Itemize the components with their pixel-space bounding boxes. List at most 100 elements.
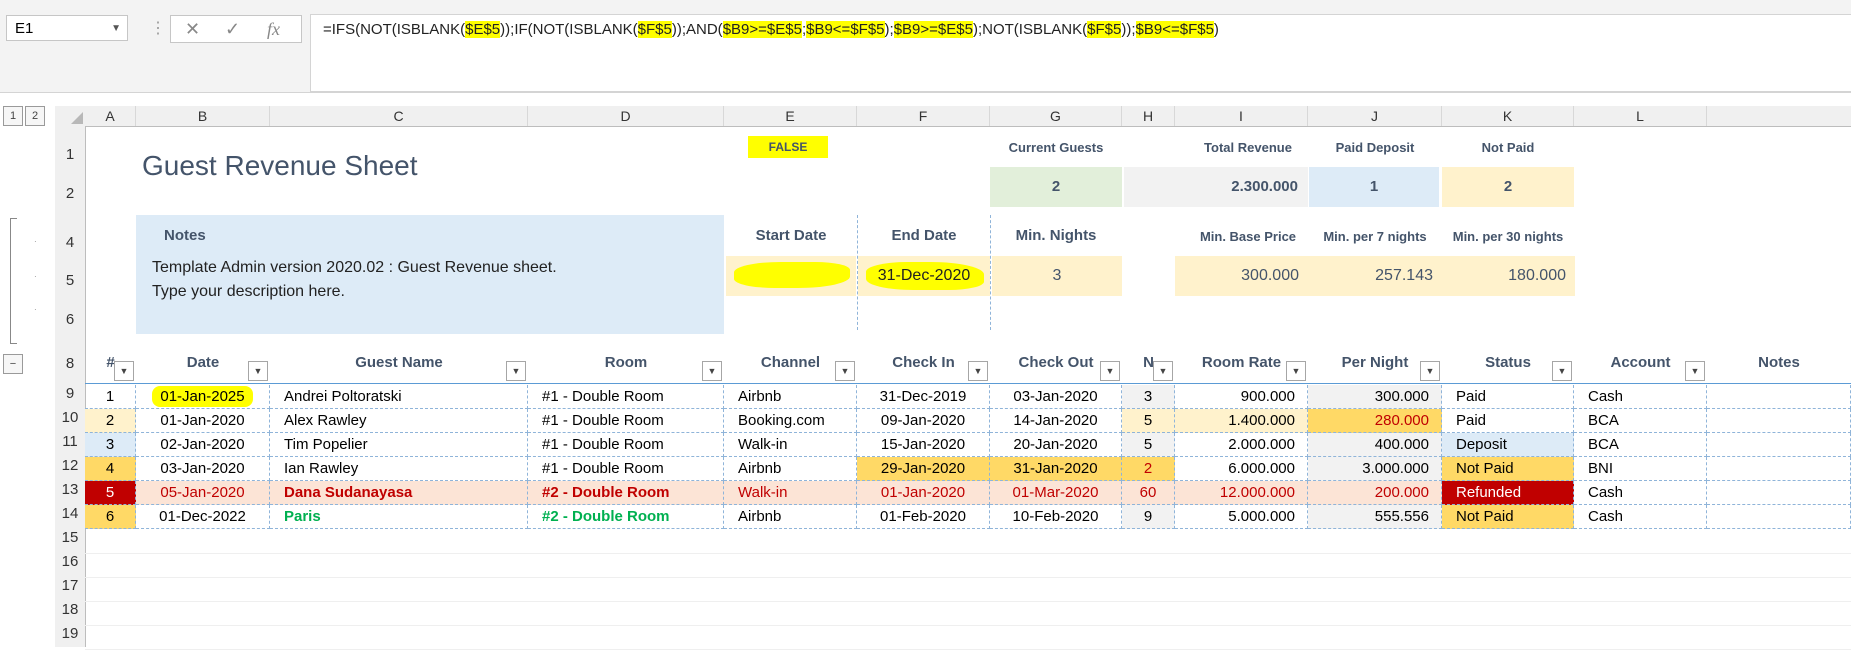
- table-cell[interactable]: 2.000.000: [1175, 433, 1308, 457]
- table-cell[interactable]: 14-Jan-2020: [990, 409, 1122, 433]
- filter-dropdown-icon[interactable]: ▼: [968, 361, 988, 381]
- current-guests-label: Current Guests: [1008, 140, 1104, 155]
- table-cell[interactable]: #1 - Double Room: [528, 409, 724, 433]
- table-cell[interactable]: [1707, 409, 1851, 433]
- table-cell[interactable]: 1.400.000: [1175, 409, 1308, 433]
- table-cell[interactable]: 29-Jan-2020: [857, 457, 990, 481]
- table-cell[interactable]: 31-Dec-2019: [857, 385, 990, 409]
- table-cell[interactable]: #2 - Double Room: [528, 505, 724, 529]
- table-cell[interactable]: Airbnb: [724, 457, 857, 481]
- filter-dropdown-icon[interactable]: ▼: [1286, 361, 1306, 381]
- table-cell[interactable]: #1 - Double Room: [528, 433, 724, 457]
- table-cell[interactable]: Cash: [1574, 481, 1707, 505]
- table-cell[interactable]: #2 - Double Room: [528, 481, 724, 505]
- table-cell[interactable]: [1707, 457, 1851, 481]
- table-cell[interactable]: Andrei Poltoratski: [270, 385, 528, 409]
- table-cell[interactable]: BCA: [1574, 433, 1707, 457]
- gridline: [85, 625, 1851, 626]
- table-cell[interactable]: 20-Jan-2020: [990, 433, 1122, 457]
- table-cell[interactable]: #1 - Double Room: [528, 385, 724, 409]
- table-cell[interactable]: 5: [1122, 409, 1175, 433]
- table-cell[interactable]: Cash: [1574, 385, 1707, 409]
- table-cell[interactable]: [1707, 481, 1851, 505]
- table-cell[interactable]: 200.000: [1308, 481, 1442, 505]
- table-cell[interactable]: 5: [85, 481, 136, 505]
- min-30-value: 180.000: [1508, 267, 1566, 284]
- table-cell[interactable]: 60: [1122, 481, 1175, 505]
- table-cell[interactable]: Walk-in: [724, 481, 857, 505]
- filter-dropdown-icon[interactable]: ▼: [1100, 361, 1120, 381]
- table-cell[interactable]: Paris: [270, 505, 528, 529]
- table-cell[interactable]: Tim Popelier: [270, 433, 528, 457]
- table-cell[interactable]: 15-Jan-2020: [857, 433, 990, 457]
- table-cell[interactable]: 01-Jan-2020: [857, 481, 990, 505]
- table-cell[interactable]: BCA: [1574, 409, 1707, 433]
- table-cell[interactable]: Paid: [1442, 409, 1574, 433]
- table-cell[interactable]: 09-Jan-2020: [857, 409, 990, 433]
- table-cell[interactable]: Ian Rawley: [270, 457, 528, 481]
- table-cell[interactable]: 12.000.000: [1175, 481, 1308, 505]
- table-cell[interactable]: Alex Rawley: [270, 409, 528, 433]
- table-cell[interactable]: 5: [1122, 433, 1175, 457]
- table-cell[interactable]: 5.000.000: [1175, 505, 1308, 529]
- end-date-label: End Date: [891, 227, 957, 244]
- table-cell[interactable]: 6.000.000: [1175, 457, 1308, 481]
- table-cell[interactable]: 3: [85, 433, 136, 457]
- table-cell[interactable]: 01-Mar-2020: [990, 481, 1122, 505]
- table-cell[interactable]: 2: [1122, 457, 1175, 481]
- table-cell[interactable]: 280.000: [1308, 409, 1442, 433]
- table-cell[interactable]: 05-Jan-2020: [136, 481, 270, 505]
- table-cell[interactable]: 3.000.000: [1308, 457, 1442, 481]
- table-cell[interactable]: Airbnb: [724, 385, 857, 409]
- table-cell[interactable]: 01-Jan-2025: [136, 385, 270, 409]
- table-cell[interactable]: 900.000: [1175, 385, 1308, 409]
- table-cell[interactable]: Booking.com: [724, 409, 857, 433]
- table-header-notes[interactable]: Notes: [1707, 343, 1851, 383]
- filter-dropdown-icon[interactable]: ▼: [1552, 361, 1572, 381]
- table-cell[interactable]: [1707, 505, 1851, 529]
- table-cell[interactable]: 555.556: [1308, 505, 1442, 529]
- filter-dropdown-icon[interactable]: ▼: [506, 361, 526, 381]
- table-cell[interactable]: 10-Feb-2020: [990, 505, 1122, 529]
- table-cell[interactable]: [1707, 433, 1851, 457]
- table-cell[interactable]: 03-Jan-2020: [990, 385, 1122, 409]
- current-guests-value: 2: [1051, 178, 1061, 195]
- table-cell[interactable]: 02-Jan-2020: [136, 433, 270, 457]
- table-cell[interactable]: 300.000: [1308, 385, 1442, 409]
- table-cell[interactable]: Walk-in: [724, 433, 857, 457]
- filter-dropdown-icon[interactable]: ▼: [114, 361, 134, 381]
- table-cell[interactable]: Not Paid: [1442, 505, 1574, 529]
- table-cell[interactable]: 4: [85, 457, 136, 481]
- table-cell[interactable]: 6: [85, 505, 136, 529]
- filter-dropdown-icon[interactable]: ▼: [702, 361, 722, 381]
- table-cell[interactable]: Paid: [1442, 385, 1574, 409]
- filter-dropdown-icon[interactable]: ▼: [1420, 361, 1440, 381]
- table-cell[interactable]: Not Paid: [1442, 457, 1574, 481]
- table-cell[interactable]: 01-Dec-2022: [136, 505, 270, 529]
- table-cell[interactable]: 400.000: [1308, 433, 1442, 457]
- table-cell[interactable]: Deposit: [1442, 433, 1574, 457]
- table-cell[interactable]: 03-Jan-2020: [136, 457, 270, 481]
- table-cell[interactable]: BNI: [1574, 457, 1707, 481]
- table-cell[interactable]: Dana Sudanayasa: [270, 481, 528, 505]
- filter-dropdown-icon[interactable]: ▼: [1685, 361, 1705, 381]
- table-header-guest-name[interactable]: Guest Name: [270, 343, 528, 383]
- min-nights-label: Min. Nights: [1015, 227, 1097, 244]
- not-paid-value: 2: [1503, 178, 1513, 195]
- table-cell[interactable]: Cash: [1574, 505, 1707, 529]
- table-cell[interactable]: [1707, 385, 1851, 409]
- table-cell[interactable]: 3: [1122, 385, 1175, 409]
- table-cell[interactable]: Airbnb: [724, 505, 857, 529]
- filter-dropdown-icon[interactable]: ▼: [835, 361, 855, 381]
- table-cell[interactable]: #1 - Double Room: [528, 457, 724, 481]
- filter-dropdown-icon[interactable]: ▼: [248, 361, 268, 381]
- table-cell[interactable]: 9: [1122, 505, 1175, 529]
- table-cell[interactable]: 01-Feb-2020: [857, 505, 990, 529]
- filter-dropdown-icon[interactable]: ▼: [1153, 361, 1173, 381]
- table-header-room[interactable]: Room: [528, 343, 724, 383]
- table-cell[interactable]: 31-Jan-2020: [990, 457, 1122, 481]
- table-cell[interactable]: 1: [85, 385, 136, 409]
- table-cell[interactable]: Refunded: [1442, 481, 1574, 505]
- table-cell[interactable]: 2: [85, 409, 136, 433]
- table-cell[interactable]: 01-Jan-2020: [136, 409, 270, 433]
